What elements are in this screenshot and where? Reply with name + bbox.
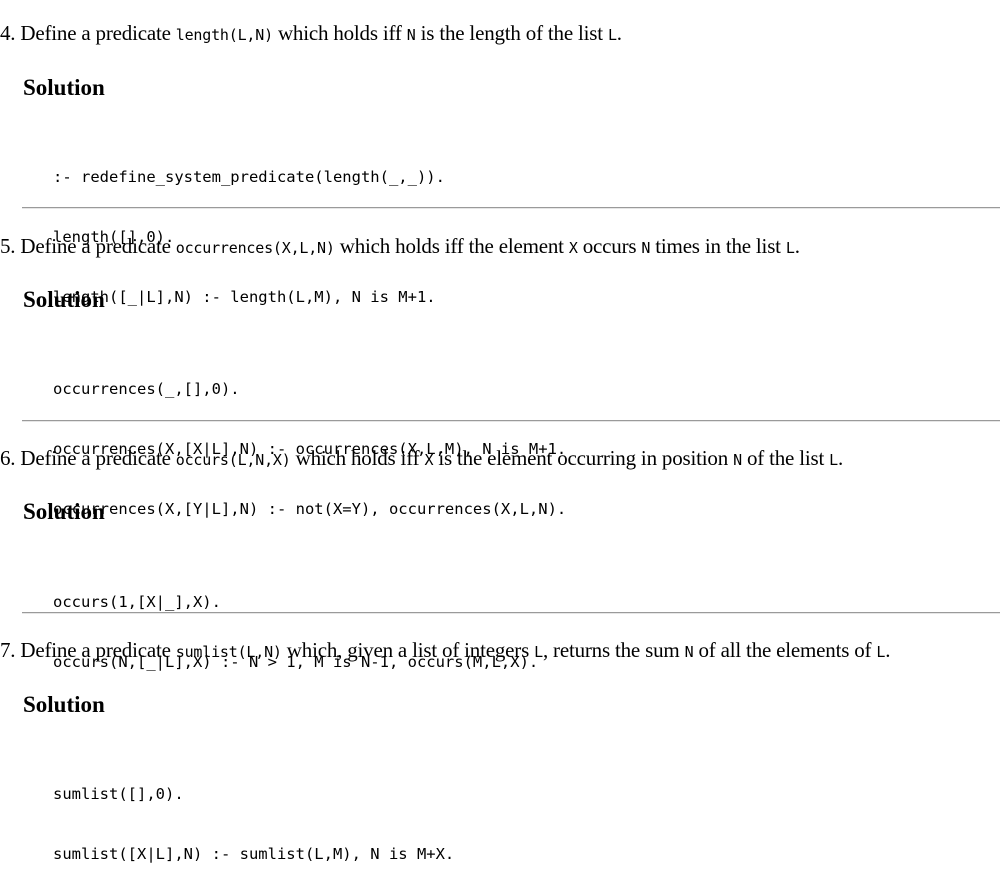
horizontal-divider [22,420,1000,422]
variable-name: L [829,451,838,469]
variable-name: N [406,26,416,44]
question-text: . [885,638,891,662]
question-text: 7. Define a predicate [0,638,176,662]
exercise-6-question: 6. Define a predicate occurs(L,N,X) whic… [0,445,843,473]
question-text: . [616,21,622,45]
exercise-6-code-block: occurs(1,[X|_],X). occurs(N,[_|L],X) :- … [53,552,538,692]
horizontal-divider [22,207,1000,209]
question-text: which holds iff the element [334,234,569,258]
exercise-5-code-block: occurrences(_,[],0). occurrences(X,[X|L]… [53,339,566,539]
question-text: occurs [577,234,642,258]
variable-name: N [641,239,651,257]
exercise-7-question: 7. Define a predicate sumlist(L,N) which… [0,637,891,665]
question-text: is the length of the list [415,21,608,45]
question-text: of the list [741,446,830,470]
question-text: 5. Define a predicate [0,234,176,258]
exercise-7-code-block: sumlist([],0). sumlist([X|L],N) :- sumli… [53,744,454,884]
code-line: length([_|L],N) :- length(L,M), N is M+1… [53,288,436,306]
horizontal-divider [22,612,1000,614]
question-text: , returns the sum [542,638,685,662]
question-text: of all the elements of [693,638,877,662]
question-text: is the element occurring in position [433,446,734,470]
question-text: 6. Define a predicate [0,446,176,470]
exercise-4-solution-heading: Solution [23,75,105,100]
code-line: sumlist([X|L],N) :- sumlist(L,M), N is M… [53,845,455,863]
variable-name: X [424,451,434,469]
question-text: which, given a list of integers [281,638,535,662]
variable-name: L [534,643,543,661]
exercise-4-question: 4. Define a predicate length(L,N) which … [0,20,622,48]
predicate-signature: sumlist(L,N) [175,643,282,661]
question-text: which holds iff [290,446,425,470]
exercise-5-solution-heading: Solution [23,287,105,312]
question-text: . [794,234,800,258]
exercise-6-solution-heading: Solution [23,499,105,524]
code-line: occurrences(_,[],0). [53,380,240,398]
question-text: which holds iff [272,21,407,45]
code-line: :- redefine_system_predicate(length(_,_)… [53,168,445,186]
variable-name: L [607,26,617,44]
question-text: . [837,446,844,470]
variable-name: X [568,239,578,257]
question-text: times in the list [650,234,786,258]
exercise-7-solution-heading: Solution [23,692,105,717]
variable-name: N [733,451,742,469]
predicate-signature: occurrences(X,L,N) [175,239,335,257]
predicate-signature: occurs(L,N,X) [175,451,291,469]
exercise-5-question: 5. Define a predicate occurrences(X,L,N)… [0,233,800,261]
code-line: occurrences(X,[Y|L],N) :- not(X=Y), occu… [53,500,567,518]
exercise-4-code-block: :- redefine_system_predicate(length(_,_)… [53,127,445,327]
predicate-signature: length(L,N) [175,26,273,44]
variable-name: L [785,239,795,257]
question-text: 4. Define a predicate [0,21,176,45]
code-line: occurs(1,[X|_],X). [53,593,221,611]
code-line: sumlist([],0). [53,785,184,803]
variable-name: L [876,643,886,661]
